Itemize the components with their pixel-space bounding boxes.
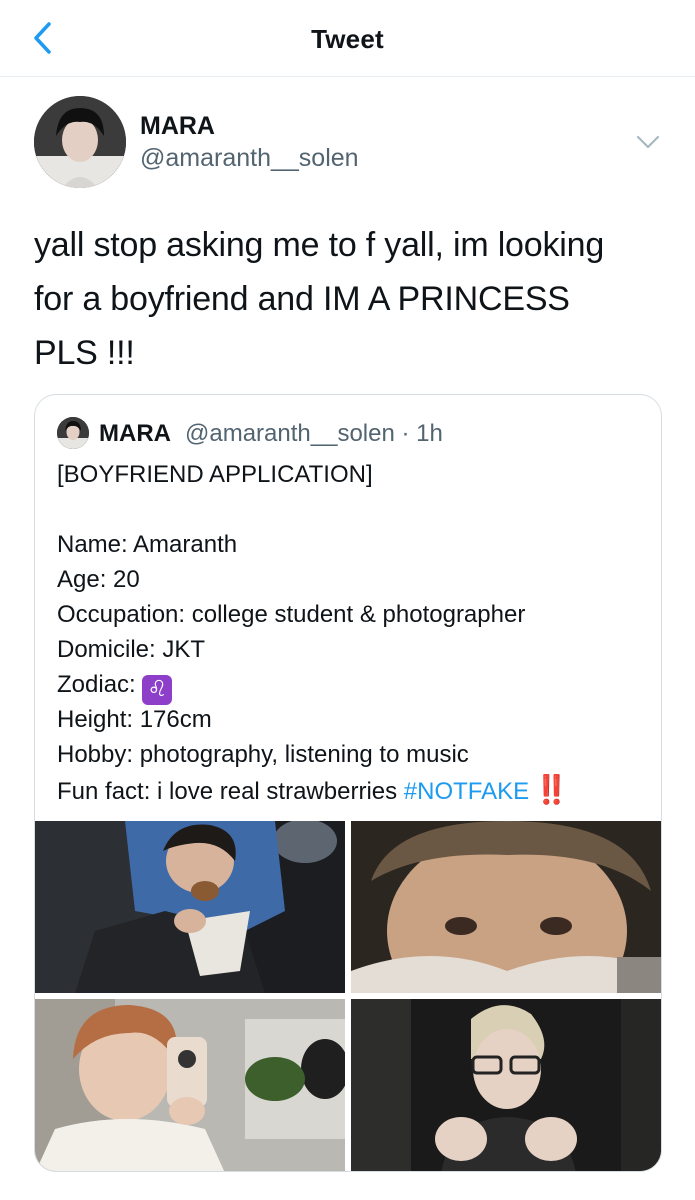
tweet-text-line: PLS !!! xyxy=(34,334,135,372)
field-domicile: Domicile: JKT xyxy=(57,636,206,663)
field-age: Age: 20 xyxy=(57,566,140,593)
leo-icon: ♌ xyxy=(142,675,173,705)
quoted-author-name: MARA xyxy=(99,420,171,447)
field-hobby: Hobby: photography, listening to music xyxy=(57,741,469,768)
photo-3[interactable] xyxy=(35,999,345,1171)
tweet-text-line: yall stop asking me to f yall, im lookin… xyxy=(34,226,605,264)
zodiac-label: Zodiac: xyxy=(57,671,143,698)
photo-2[interactable] xyxy=(351,821,661,993)
application-title: [BOYFRIEND APPLICATION] xyxy=(57,461,373,488)
avatar[interactable] xyxy=(34,96,126,188)
double-exclamation-icon: ‼️ xyxy=(529,774,569,805)
photo-4[interactable] xyxy=(351,999,661,1171)
media-grid xyxy=(35,821,661,1171)
quoted-tweet-text: [BOYFRIEND APPLICATION] Name: Amaranth A… xyxy=(57,457,647,807)
quoted-avatar xyxy=(57,417,89,449)
chevron-down-icon[interactable] xyxy=(634,132,662,152)
field-name: Name: Amaranth xyxy=(57,531,238,558)
field-zodiac: Zodiac: ♌ xyxy=(57,667,647,705)
field-funfact: Fun fact: i love real strawberries #NOTF… xyxy=(57,772,647,807)
tweet-author: MARA @amaranth__solen xyxy=(34,96,664,188)
quoted-tweet-header: MARA @amaranth__solen · 1h xyxy=(57,415,657,449)
tweet-text: yall stop asking me to f yall, im lookin… xyxy=(34,218,674,380)
funfact-text: Fun fact: i love real strawberries xyxy=(57,778,404,805)
hashtag-link[interactable]: #NOTFAKE xyxy=(404,778,529,805)
quoted-author-handle: @amaranth__solen · 1h xyxy=(185,420,443,447)
page-title: Tweet xyxy=(311,24,384,54)
field-height: Height: 176cm xyxy=(57,706,212,733)
tweet-text-line: for a boyfriend and IM A PRINCESS xyxy=(34,280,570,318)
author-handle[interactable]: @amaranth__solen xyxy=(140,144,359,173)
field-occupation: Occupation: college student & photograph… xyxy=(57,601,526,628)
photo-1[interactable] xyxy=(35,821,345,993)
quoted-tweet[interactable]: MARA @amaranth__solen · 1h [BOYFRIEND AP… xyxy=(34,394,662,1172)
author-name[interactable]: MARA xyxy=(140,112,215,141)
top-bar: Tweet xyxy=(0,0,695,77)
